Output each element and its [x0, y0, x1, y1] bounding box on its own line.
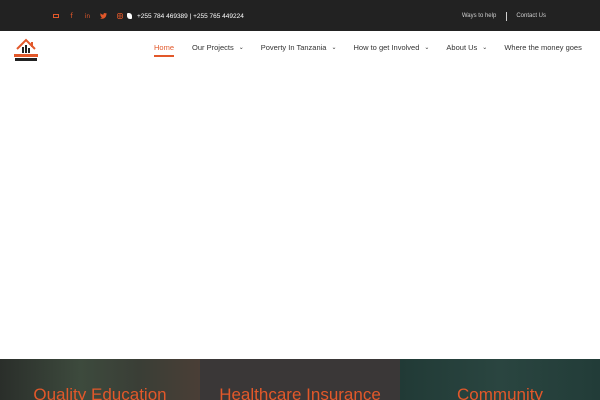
- nav-home[interactable]: Home: [154, 43, 175, 57]
- phone-icon: [127, 13, 132, 19]
- linkedin-icon[interactable]: in: [84, 13, 91, 20]
- feature-title: Quality Education: [33, 385, 167, 400]
- chevron-down-icon: ⌄: [331, 43, 337, 51]
- feature-title: Healthcare Insurance: [219, 385, 381, 400]
- feature-card-healthcare[interactable]: Healthcare Insurance: [200, 359, 400, 400]
- nav-poverty-label: Poverty In Tanzania: [260, 43, 327, 52]
- main-nav: Home Our Projects ⌄ Poverty In Tanzania …: [154, 43, 582, 57]
- nav-poverty-in-tanzania[interactable]: Poverty In Tanzania ⌄: [261, 43, 337, 52]
- site-logo[interactable]: [11, 37, 41, 63]
- nav-involved-label: How to get Involved: [353, 43, 420, 52]
- chevron-down-icon: ⌄: [424, 43, 430, 51]
- hero-area: [0, 67, 600, 359]
- divider: [506, 11, 508, 21]
- feature-title: Community: [457, 385, 543, 400]
- top-links: Ways to help Contact Us: [462, 10, 546, 22]
- nav-our-projects-label: Our Projects: [192, 43, 234, 52]
- nav-home-label: Home: [154, 43, 175, 52]
- twitter-icon[interactable]: [100, 13, 107, 20]
- ways-to-help-link[interactable]: Ways to help: [462, 13, 496, 19]
- contact-us-link[interactable]: Contact Us: [516, 13, 546, 19]
- nav-about-us[interactable]: About Us ⌄: [446, 43, 487, 52]
- nav-about-label: About Us: [446, 43, 478, 52]
- chevron-down-icon: ⌄: [482, 43, 488, 51]
- feature-card-community[interactable]: Community: [400, 359, 600, 400]
- features-section: Quality Education Healthcare Insurance C…: [0, 359, 600, 400]
- phone-info: +255 784 469389 | +255 765 449224: [127, 10, 244, 22]
- facebook-icon[interactable]: f: [68, 12, 75, 20]
- nav-our-projects[interactable]: Our Projects ⌄: [192, 43, 244, 52]
- envelope-icon[interactable]: [52, 13, 59, 20]
- social-links: f in: [52, 10, 123, 22]
- feature-card-education[interactable]: Quality Education: [0, 359, 200, 400]
- top-bar: f in +255 784 469389 | +255 765 449224 W…: [0, 0, 600, 31]
- chevron-down-icon: ⌄: [238, 43, 244, 51]
- phone-numbers: +255 784 469389 | +255 765 449224: [137, 12, 244, 20]
- nav-money-label: Where the money goes: [504, 43, 582, 52]
- nav-where-the-money-goes[interactable]: Where the money goes: [504, 43, 582, 52]
- nav-how-to-get-involved[interactable]: How to get Involved ⌄: [354, 43, 430, 52]
- main-header: Home Our Projects ⌄ Poverty In Tanzania …: [0, 31, 600, 67]
- instagram-icon[interactable]: [116, 13, 123, 20]
